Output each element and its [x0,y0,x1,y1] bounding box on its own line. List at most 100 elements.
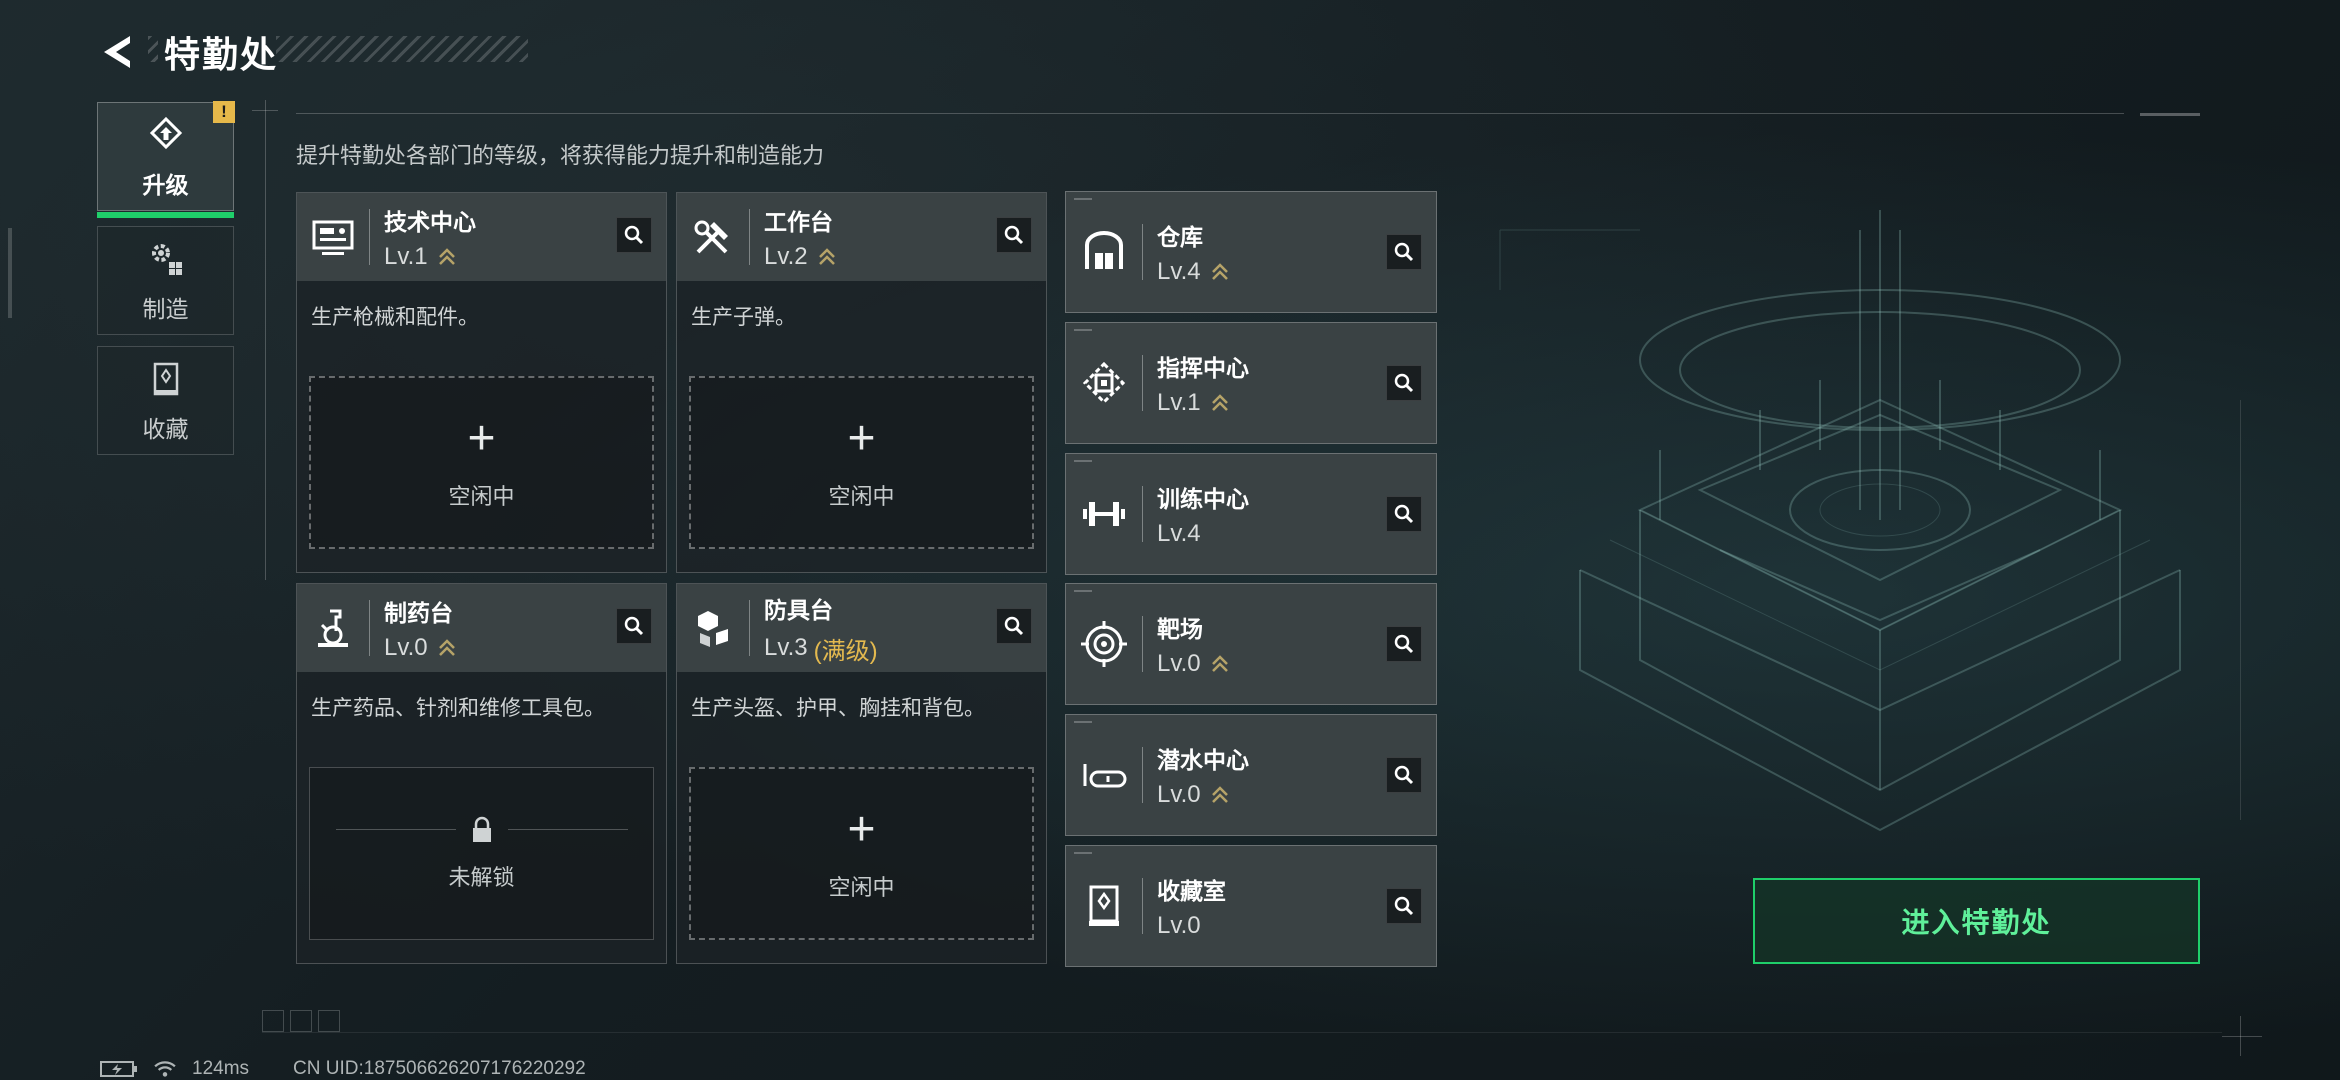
corner-decoration [2140,113,2200,116]
inspect-button[interactable] [1386,888,1422,924]
search-icon [1394,896,1414,916]
crosshair-decoration [2222,1036,2262,1037]
facility-card-diving-center[interactable]: 潜水中心 Lv.0 [1065,714,1437,836]
level-text: Lv.4 [1157,520,1201,547]
header-separator [369,600,370,656]
max-level-label: (满级) [813,637,878,665]
command-center-icon [1066,358,1142,408]
level-text: Lv.0 [384,634,428,661]
workstation-level: Lv.2 [764,243,836,271]
back-button[interactable] [96,28,144,76]
production-slot[interactable]: + 空闲中 [689,767,1034,940]
plus-icon: + [467,411,496,465]
plus-icon: + [847,802,876,856]
search-icon [1394,504,1414,524]
upgrade-chevron-icon [438,248,455,265]
status-bar: 124ms CN UID:18750662620717622029​2 [100,1058,586,1080]
workstation-name: 技术中心 [384,209,476,235]
upgrade-chevron-icon [818,248,835,265]
facility-level: Lv.4 [1157,258,1229,286]
workstation-level: Lv.0 [384,634,456,662]
page-subtitle: 提升特勤处各部门的等级，将获得能力提升和制造能力 [296,143,825,168]
search-icon [1394,634,1414,654]
back-arrow-icon [104,36,130,68]
facility-card-warehouse[interactable]: 仓库 Lv.4 [1065,191,1437,313]
workstation-card-armor-bench: 防具台 Lv.3 (满级) 生产头盔、护甲、胸挂和背包。 + 空闲中 [676,583,1047,964]
battery-icon [100,1061,137,1077]
header-separator [749,209,750,265]
production-slot[interactable]: + 空闲中 [689,376,1034,549]
base-wireframe-illustration [1499,210,2181,832]
search-icon [1004,616,1024,636]
level-text: Lv.3 [764,634,808,661]
bottom-decoration [262,1010,340,1032]
collection-room-icon [1066,881,1142,931]
inspect-button[interactable] [616,217,652,253]
wifi-icon [154,1061,176,1077]
header-separator [1142,747,1143,803]
search-icon [1394,242,1414,262]
enter-hq-button[interactable]: 进入特勤处 [1753,878,2200,964]
facility-card-shooting-range[interactable]: 靶场 Lv.0 [1065,583,1437,705]
workstation-card-tech-center: 技术中心 Lv.1 生产枪械和配件。 + 空闲中 [296,192,667,573]
training-center-icon [1066,489,1142,539]
level-text: Lv.2 [764,243,808,270]
inspect-button[interactable] [616,608,652,644]
tab-collection[interactable]: 收藏 [97,346,234,455]
inspect-button[interactable] [996,608,1032,644]
deco-square [262,1010,284,1032]
tab-upgrade[interactable]: ! 升级 [97,101,235,218]
tab-label: 制造 [142,295,189,322]
locked-slot: 未解锁 [309,767,654,940]
inspect-button[interactable] [1386,757,1422,793]
slot-status: 空闲中 [828,874,895,900]
tab-label: 升级 [142,171,189,198]
top-divider [296,113,2124,114]
inspect-button[interactable] [1386,496,1422,532]
title-decoration [276,36,528,62]
level-text: Lv.1 [1157,389,1201,416]
search-icon [1394,765,1414,785]
search-icon [1004,225,1024,245]
card-header: 制药台 Lv.0 [297,584,666,672]
divider [335,829,456,830]
level-text: Lv.0 [1157,650,1201,677]
header-separator [1142,616,1143,672]
inspect-button[interactable] [996,217,1032,253]
upgrade-chevron-icon [1211,655,1228,672]
search-icon [1394,373,1414,393]
alert-badge: ! [213,101,235,123]
workstation-level: Lv.3 (满级) [764,631,878,666]
pharmacy-icon [297,603,369,653]
facility-card-training-center[interactable]: 训练中心 Lv.4 [1065,453,1437,575]
inspect-button[interactable] [1386,365,1422,401]
facility-level: Lv.1 [1157,389,1249,417]
facility-level: Lv.0 [1157,781,1249,809]
search-icon [624,225,644,245]
workstation-name: 工作台 [764,209,833,235]
slot-status: 空闲中 [828,483,895,509]
facility-card-collection-room[interactable]: 收藏室 Lv.0 [1065,845,1437,967]
bottom-divider [262,1032,2222,1033]
workstation-card-workbench: 工作台 Lv.2 生产子弹。 + 空闲中 [676,192,1047,573]
facility-name: 训练中心 [1157,486,1249,512]
inspect-button[interactable] [1386,234,1422,270]
header-separator [1142,355,1143,411]
upgrade-icon [149,116,182,149]
deco-square [318,1010,340,1032]
upgrade-chevron-icon [1211,394,1228,411]
header-separator [1142,224,1143,280]
tech-center-icon [297,212,369,262]
facility-name: 收藏室 [1157,878,1226,904]
inspect-button[interactable] [1386,626,1422,662]
search-icon [624,616,644,636]
gears-icon [151,243,182,275]
slot-status: 未解锁 [448,864,515,890]
tab-label: 收藏 [142,415,189,442]
production-slot[interactable]: + 空闲中 [309,376,654,549]
facility-card-command-center[interactable]: 指挥中心 Lv.1 [1065,322,1437,444]
header-separator [369,209,370,265]
tab-crafting[interactable]: 制造 [97,226,234,335]
header-separator [1142,486,1143,542]
armor-bench-icon [677,603,749,653]
